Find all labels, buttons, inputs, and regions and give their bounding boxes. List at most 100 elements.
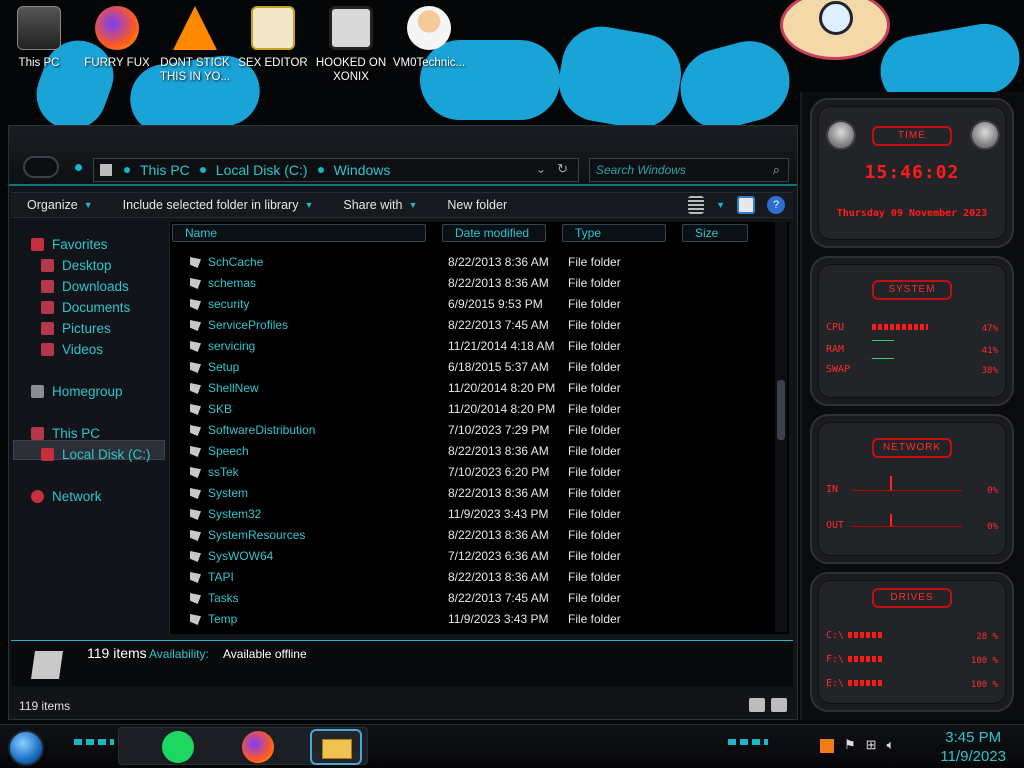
share-with-button[interactable]: Share with ▼ [327, 198, 431, 212]
column-header-date[interactable]: Date modified [442, 224, 546, 242]
table-row[interactable]: Speech 8/22/2013 8:36 AM File folder [170, 441, 780, 462]
folder-icon [190, 425, 201, 436]
nav-pictures[interactable]: Pictures [41, 318, 111, 338]
nav-network[interactable]: Network [31, 486, 102, 506]
address-bar[interactable]: This PC Local Disk (C:) Windows ⌄ ↻ [93, 158, 579, 182]
technician-icon [407, 6, 451, 50]
large-icons-view-icon[interactable] [771, 698, 787, 712]
table-row[interactable]: Setup 6/18/2015 5:37 AM File folder [170, 357, 780, 378]
recent-locations-dot[interactable] [75, 164, 82, 171]
gadget-title: TIME [872, 126, 952, 146]
time-gadget[interactable]: TIME 15:46:02 Thursday 09 November 2023 [810, 98, 1014, 248]
desktop-icon-sex-editor[interactable]: SEX EDITOR [234, 6, 312, 70]
nav-downloads[interactable]: Downloads [41, 276, 129, 296]
view-options-icon[interactable] [688, 196, 705, 214]
file-date: 8/22/2013 8:36 AM [448, 276, 549, 290]
include-in-library-button[interactable]: Include selected folder in library ▼ [107, 198, 328, 212]
network-in-graph [852, 490, 962, 491]
chevron-down-icon[interactable]: ⌄ [536, 162, 546, 176]
scrollbar-thumb[interactable] [777, 380, 785, 440]
pictures-icon [41, 321, 54, 335]
file-type: File folder [568, 297, 621, 311]
table-row[interactable]: servicing 11/21/2014 4:18 AM File folder [170, 336, 780, 357]
back-forward-button[interactable] [23, 156, 59, 178]
cpu-bar [872, 324, 928, 330]
ram-bar [872, 340, 894, 341]
desktop-icon-vm0technician[interactable]: VM0Technic... [390, 6, 468, 70]
table-row[interactable]: schemas 8/22/2013 8:36 AM File folder [170, 273, 780, 294]
nav-this-pc[interactable]: This PC [31, 423, 100, 443]
column-header-size[interactable]: Size [682, 224, 748, 242]
file-type: File folder [568, 507, 621, 521]
column-header-name[interactable]: Name [172, 224, 426, 242]
nav-label: Documents [62, 299, 131, 315]
nav-videos[interactable]: Videos [41, 339, 103, 359]
media-player-icon[interactable] [820, 739, 834, 753]
header-divider [9, 184, 797, 186]
gadget-title: NETWORK [872, 438, 952, 458]
file-date: 6/9/2015 9:53 PM [448, 297, 543, 311]
file-date: 8/22/2013 7:45 AM [448, 591, 549, 605]
table-row[interactable]: System 8/22/2013 8:36 AM File folder [170, 483, 780, 504]
nav-label: Videos [62, 341, 104, 357]
details-view-icon[interactable] [749, 698, 765, 712]
desktop-icon-hooked-on-xonix[interactable]: HOOKED ON XONIX [312, 6, 390, 84]
table-row[interactable]: ssTek 7/10/2023 6:20 PM File folder [170, 462, 780, 483]
drives-gadget[interactable]: DRIVES C:\ 28 % F:\ 100 % E:\ 100 % [810, 572, 1014, 712]
table-row[interactable]: TAPI 8/22/2013 8:36 AM File folder [170, 567, 780, 588]
table-row[interactable]: SKB 11/20/2014 8:20 PM File folder [170, 399, 780, 420]
file-type: File folder [568, 549, 621, 563]
desktop-icon-vlc[interactable]: DONT STICK THIS IN YO... [156, 6, 234, 84]
table-row[interactable]: Temp 11/9/2023 3:43 PM File folder [170, 609, 780, 630]
breadcrumb-this-pc[interactable]: This PC [140, 162, 190, 178]
table-row[interactable]: SoftwareDistribution 7/10/2023 7:29 PM Fil… [170, 420, 780, 441]
nav-label: Local Disk (C:) [62, 446, 151, 462]
flag-icon[interactable]: ⚑ [844, 737, 856, 753]
new-folder-button[interactable]: New folder [431, 198, 521, 212]
breadcrumb-local-disk[interactable]: Local Disk (C:) [216, 162, 308, 178]
table-row[interactable]: System32 11/9/2023 3:43 PM File folder [170, 504, 780, 525]
system-gadget[interactable]: SYSTEM CPU 47% RAM 41% SWAP 38% [810, 256, 1014, 406]
vertical-scrollbar[interactable] [775, 222, 787, 632]
help-icon[interactable]: ? [767, 196, 785, 214]
network-icon[interactable]: ⊞ [866, 737, 877, 753]
desktop-icon-this-pc[interactable]: This PC [0, 6, 78, 70]
table-row[interactable]: ShellNew 11/20/2014 8:20 PM File folder [170, 378, 780, 399]
nav-desktop[interactable]: Desktop [41, 255, 112, 275]
nav-documents[interactable]: Documents [41, 297, 130, 317]
refresh-icon[interactable]: ↻ [557, 161, 568, 177]
table-row[interactable]: SystemResources 8/22/2013 8:36 AM File fol… [170, 525, 780, 546]
search-input[interactable]: Search Windows ⌕ [589, 158, 789, 182]
file-name: Temp [208, 612, 238, 626]
nav-favorites[interactable]: Favorites [31, 234, 108, 254]
search-icon[interactable]: ⌕ [773, 162, 780, 178]
wallpaper-stroke [671, 32, 799, 138]
organize-button[interactable]: Organize ▼ [11, 198, 107, 212]
nav-local-disk[interactable]: Local Disk (C:) [41, 444, 151, 464]
gadget-title: SYSTEM [872, 280, 952, 300]
nav-homegroup[interactable]: Homegroup [31, 381, 123, 401]
table-row[interactable]: SchCache 8/22/2013 8:36 AM File folder [170, 252, 780, 273]
file-explorer-icon[interactable] [310, 729, 362, 765]
table-row[interactable]: Tasks 8/22/2013 7:45 AM File folder [170, 588, 780, 609]
volume-icon[interactable]: 🔈︎ [887, 737, 895, 753]
ram-value: 41% [981, 346, 998, 356]
spotify-icon[interactable] [162, 731, 194, 763]
file-name: servicing [208, 339, 256, 353]
desktop-icon-furry-fux[interactable]: FURRY FUX [78, 6, 156, 70]
network-gadget[interactable]: NETWORK IN 0% OUT 0% [810, 414, 1014, 564]
table-row[interactable]: security 6/9/2015 9:53 PM File folder [170, 294, 780, 315]
file-date: 8/22/2013 8:36 AM [448, 570, 549, 584]
chevron-down-icon[interactable]: ▼ [716, 200, 725, 210]
taskbar-clock[interactable]: 3:45 PM 11/9/2023 [940, 728, 1006, 766]
breadcrumb-windows[interactable]: Windows [334, 162, 391, 178]
column-header-type[interactable]: Type [562, 224, 666, 242]
table-row[interactable]: ServiceProfiles 8/22/2013 7:45 AM File fol… [170, 315, 780, 336]
videos-icon [41, 342, 54, 356]
preview-pane-icon[interactable] [737, 196, 755, 214]
cartoon-face [780, 0, 890, 60]
file-name: TAPI [208, 570, 234, 584]
start-button[interactable] [8, 730, 44, 766]
firefox-icon[interactable] [242, 731, 274, 763]
table-row[interactable]: SysWOW64 7/12/2023 6:36 AM File folder [170, 546, 780, 567]
